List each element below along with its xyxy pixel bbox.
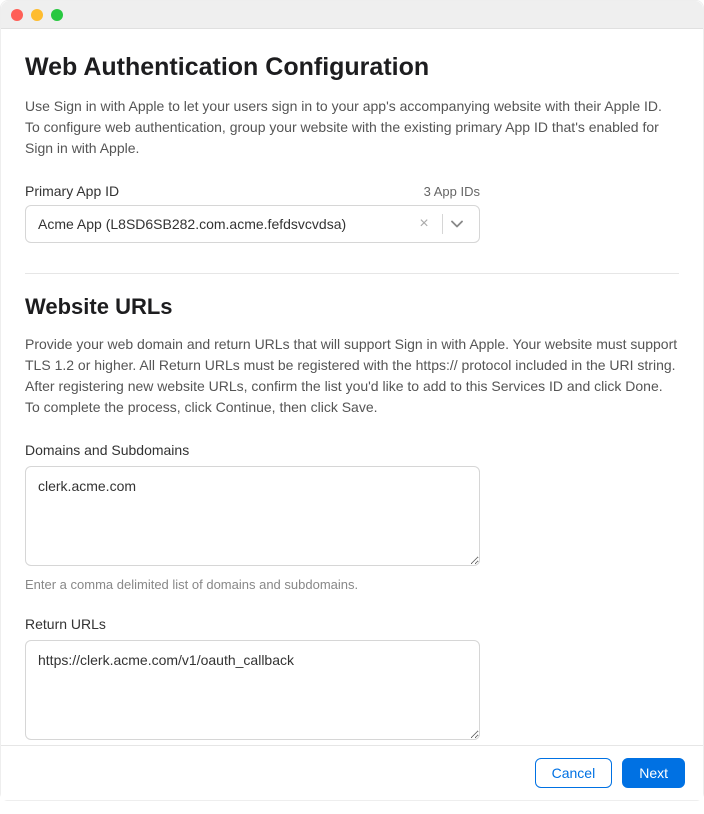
window-zoom-icon[interactable]: [51, 9, 63, 21]
window-titlebar: [1, 1, 703, 29]
primary-app-id-value: Acme App (L8SD6SB282.com.acme.fefdsvcvds…: [38, 216, 414, 232]
window-close-icon[interactable]: [11, 9, 23, 21]
select-divider: [442, 214, 443, 234]
primary-app-id-select[interactable]: Acme App (L8SD6SB282.com.acme.fefdsvcvds…: [25, 205, 480, 243]
return-urls-input[interactable]: [25, 640, 480, 740]
chevron-down-icon[interactable]: [451, 220, 471, 228]
return-urls-label: Return URLs: [25, 616, 679, 632]
primary-app-id-label: Primary App ID: [25, 183, 119, 199]
page-description: Use Sign in with Apple to let your users…: [25, 96, 679, 159]
window-minimize-icon[interactable]: [31, 9, 43, 21]
clear-icon[interactable]: ×: [414, 215, 434, 233]
page-title: Web Authentication Configuration: [25, 53, 679, 82]
website-urls-description: Provide your web domain and return URLs …: [25, 334, 679, 418]
footer-bar: Cancel Next: [1, 745, 703, 800]
domains-input[interactable]: [25, 466, 480, 566]
primary-app-id-field: Primary App ID 3 App IDs Acme App (L8SD6…: [25, 183, 679, 243]
website-urls-title: Website URLs: [25, 294, 679, 320]
domains-help-text: Enter a comma delimited list of domains …: [25, 577, 679, 592]
next-button[interactable]: Next: [622, 758, 685, 788]
content-area: Web Authentication Configuration Use Sig…: [1, 29, 703, 814]
cancel-button[interactable]: Cancel: [535, 758, 613, 788]
domains-label: Domains and Subdomains: [25, 442, 679, 458]
section-divider: [25, 273, 679, 274]
app-id-count: 3 App IDs: [424, 184, 480, 199]
